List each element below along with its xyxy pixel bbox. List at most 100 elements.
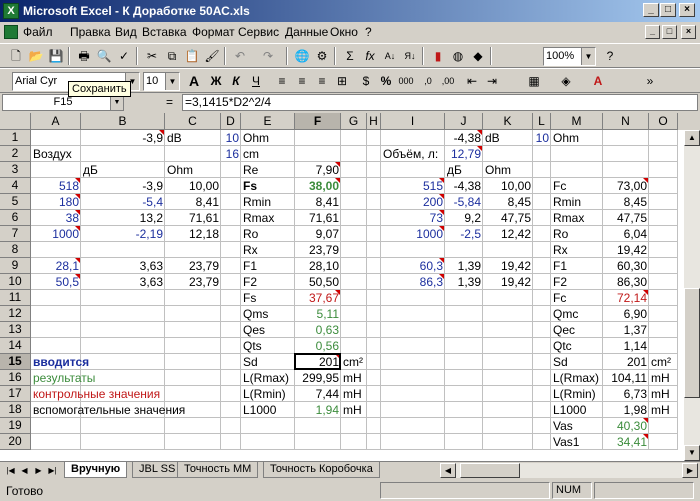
cell-m6[interactable]: Rmax — [551, 210, 603, 226]
cell-m16[interactable]: L(Rmax) — [551, 370, 603, 386]
cell-e14[interactable]: Qts — [241, 338, 295, 354]
cell-f8[interactable]: 23,79 — [295, 242, 341, 258]
cell-m7[interactable]: Ro — [551, 226, 603, 242]
function-icon[interactable]: fx — [360, 47, 380, 65]
cell-f18[interactable]: 1,94 — [295, 402, 341, 418]
cell-n15[interactable]: 201 — [603, 354, 649, 370]
menu-window[interactable]: Окно — [330, 25, 358, 39]
worksheet-grid[interactable]: ABCDEFGHIJKLMNO 1 2 3 4 5 6 7 8 9 10 11 12 13 14 15 16 1… — [0, 113, 700, 461]
cell-a7[interactable]: 1000 — [31, 226, 81, 242]
cell-m12[interactable]: Qmc — [551, 306, 603, 322]
comment-indicator-icon[interactable] — [159, 130, 164, 135]
row-header-8[interactable]: 8 — [0, 242, 31, 258]
cell-c4[interactable]: 10,00 — [165, 178, 221, 194]
cell-j4[interactable]: -4,38 — [445, 178, 483, 194]
web-toolbar-icon[interactable]: ⚙ — [312, 47, 332, 65]
comment-indicator-icon[interactable] — [75, 274, 80, 279]
row-header-11[interactable]: 11 — [0, 290, 31, 306]
cell-f16[interactable]: 299,95 — [295, 370, 341, 386]
cell-f17[interactable]: 7,44 — [295, 386, 341, 402]
column-header-a[interactable]: A — [31, 113, 81, 130]
cell-c9[interactable]: 23,79 — [165, 258, 221, 274]
cell-b6[interactable]: 13,2 — [81, 210, 165, 226]
maximize-button[interactable]: □ — [660, 3, 676, 17]
cell-d1[interactable]: 10 — [221, 130, 241, 146]
cell-o15[interactable]: cm² — [649, 354, 678, 370]
font-color-icon[interactable]: A — [588, 72, 608, 90]
first-sheet-icon[interactable]: |◀ — [4, 464, 17, 477]
comment-indicator-icon[interactable] — [335, 162, 340, 167]
cell-k1[interactable]: dB — [483, 130, 533, 146]
cell-j9[interactable]: 1,39 — [445, 258, 483, 274]
comment-indicator-icon[interactable] — [439, 258, 444, 263]
cell-e4[interactable]: Fs — [241, 178, 295, 194]
toolbar-options-icon[interactable]: » — [640, 72, 660, 90]
cell-f9[interactable]: 28,10 — [295, 258, 341, 274]
cell-e1[interactable]: Ohm — [241, 130, 295, 146]
cell-k3[interactable]: Ohm — [483, 162, 533, 178]
comment-indicator-icon[interactable] — [477, 130, 482, 135]
comment-indicator-icon[interactable] — [439, 178, 444, 183]
cell-b10[interactable]: 3,63 — [81, 274, 165, 290]
sort-descending-icon[interactable]: Я↓ — [400, 47, 420, 65]
cell-b1[interactable]: -3,9 — [81, 130, 165, 146]
cell-f6[interactable]: 71,61 — [295, 210, 341, 226]
decrease-indent-icon[interactable]: ⇤ — [462, 72, 482, 90]
comment-indicator-icon[interactable] — [75, 178, 80, 183]
cell-f12[interactable]: 5,11 — [295, 306, 341, 322]
row-header-16[interactable]: 16 — [0, 370, 31, 386]
cell-a4[interactable]: 518 — [31, 178, 81, 194]
menu-view[interactable]: Вид — [115, 25, 137, 39]
column-header-e[interactable]: E — [241, 113, 295, 130]
cut-icon[interactable]: ✂ — [142, 47, 162, 65]
sort-ascending-icon[interactable]: A↓ — [380, 47, 400, 65]
cell-d2[interactable]: 16 — [221, 146, 241, 162]
print-preview-icon[interactable]: 🔍 — [94, 47, 114, 65]
cell-e6[interactable]: Rmax — [241, 210, 295, 226]
format-painter-icon[interactable]: 🖌 — [202, 47, 222, 65]
cell-n6[interactable]: 47,75 — [603, 210, 649, 226]
formula-equals-sign[interactable]: = — [166, 95, 173, 109]
cell-m1[interactable]: Ohm — [551, 130, 603, 146]
print-icon[interactable]: 🖶 — [74, 47, 94, 65]
close-button[interactable]: × — [679, 3, 695, 17]
cell-e11[interactable]: Fs — [241, 290, 295, 306]
cell-b4[interactable]: -3,9 — [81, 178, 165, 194]
comment-indicator-icon[interactable] — [643, 418, 648, 423]
cell-a18[interactable]: вспомогательные значения — [31, 402, 185, 418]
column-header-n[interactable]: N — [603, 113, 649, 130]
cell-n10[interactable]: 86,30 — [603, 274, 649, 290]
cell-o16[interactable]: mH — [649, 370, 678, 386]
cell-a10[interactable]: 50,5 — [31, 274, 81, 290]
open-icon[interactable]: 📂 — [26, 47, 46, 65]
prev-sheet-icon[interactable]: ◀ — [18, 464, 31, 477]
comment-indicator-icon[interactable] — [75, 194, 80, 199]
cell-e2[interactable]: cm — [241, 146, 295, 162]
comment-indicator-icon[interactable] — [643, 290, 648, 295]
comment-indicator-icon[interactable] — [643, 434, 648, 439]
cell-n5[interactable]: 8,45 — [603, 194, 649, 210]
sheet-tab-accuracy-box[interactable]: Точность Коробочка — [263, 462, 380, 478]
underline-icon[interactable]: Ч — [246, 72, 266, 90]
column-header-h[interactable]: H — [367, 113, 381, 130]
scroll-right-button[interactable]: ▶ — [682, 463, 698, 478]
excel-app-icon[interactable]: X — [3, 3, 19, 19]
cell-g15[interactable]: cm² — [341, 354, 367, 370]
row-header-12[interactable]: 12 — [0, 306, 31, 322]
column-header-f[interactable]: F — [295, 113, 341, 130]
save-icon[interactable]: 💾 — [46, 47, 66, 65]
cell-n7[interactable]: 6,04 — [603, 226, 649, 242]
column-header-m[interactable]: M — [551, 113, 603, 130]
row-header-2[interactable]: 2 — [0, 146, 31, 162]
new-icon[interactable]: 🗋 — [6, 47, 26, 65]
column-header-i[interactable]: I — [381, 113, 445, 130]
cell-a17[interactable]: контрольные значения — [31, 386, 160, 402]
row-header-20[interactable]: 20 — [0, 434, 31, 450]
cell-k4[interactable]: 10,00 — [483, 178, 533, 194]
cell-i6[interactable]: 73 — [381, 210, 445, 226]
cell-k10[interactable]: 19,42 — [483, 274, 533, 290]
chevron-down-icon[interactable]: ▼ — [165, 73, 179, 90]
increase-indent-icon[interactable]: ⇥ — [482, 72, 502, 90]
cell-j5[interactable]: -5,84 — [445, 194, 483, 210]
cell-e18[interactable]: L1000 — [241, 402, 295, 418]
